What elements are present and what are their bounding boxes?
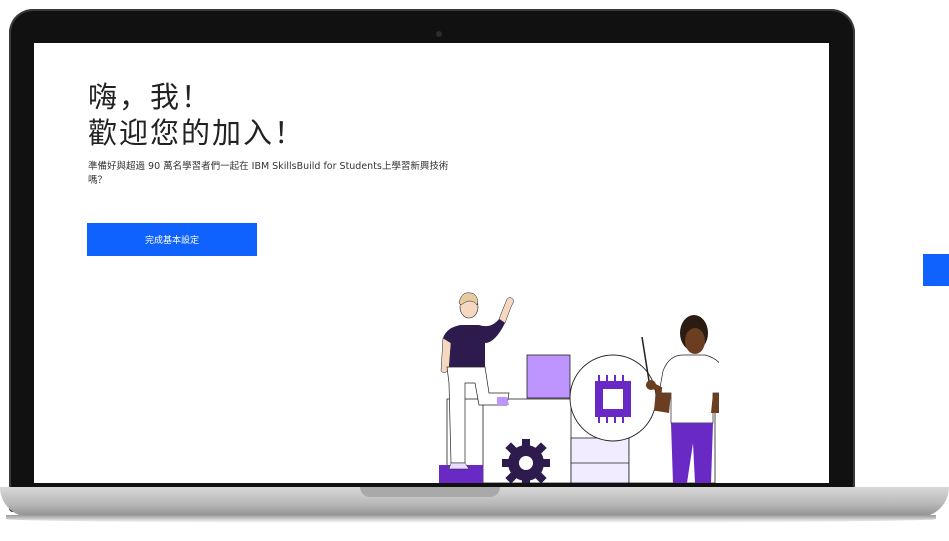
laptop-shadow — [6, 515, 936, 523]
title-line-1: 嗨，我！ — [88, 80, 213, 114]
learners-illustration — [439, 292, 719, 483]
welcome-title: 嗨，我！ 歡迎您的加入！ — [88, 79, 305, 151]
title-line-2: 歡迎您的加入！ — [88, 116, 306, 150]
welcome-screen: 嗨，我！ 歡迎您的加入！ 準備好與超過 90 萬名學習者們一起在 IBM Ski… — [34, 43, 829, 483]
camera-icon — [436, 31, 442, 37]
carousel-next-marker[interactable] — [923, 254, 949, 286]
gear-icon — [502, 439, 550, 483]
welcome-description: 準備好與超過 90 萬名學習者們一起在 IBM SkillsBuild for … — [88, 161, 449, 186]
laptop-notch — [360, 487, 500, 497]
complete-setup-button[interactable]: 完成基本設定 — [87, 223, 257, 256]
